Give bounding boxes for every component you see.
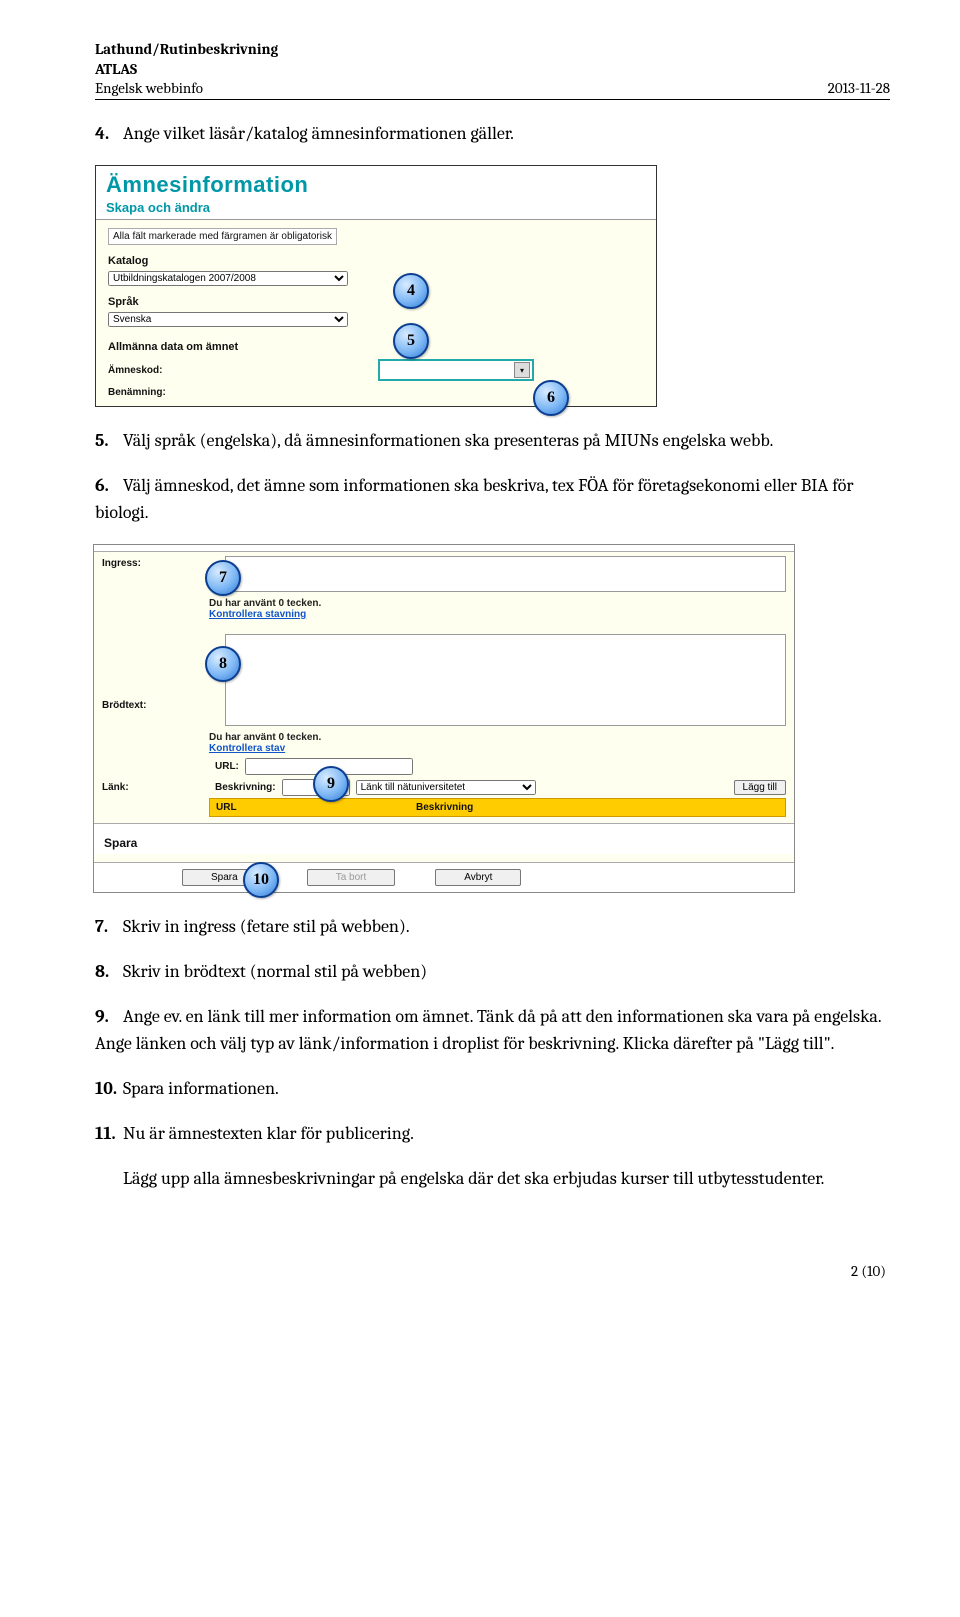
textarea-brodtext[interactable]: [225, 634, 786, 726]
step-4: 4. Ange vilket läsår/katalog ämnesinform…: [95, 120, 890, 147]
step-11: 11. Nu är ämnestexten klar för publiceri…: [95, 1120, 890, 1147]
mandatory-note: Alla fält markerade med färgramen är obl…: [108, 228, 337, 245]
label-lank: Länk:: [102, 782, 209, 793]
marker-4: 4: [393, 273, 429, 309]
label-benamning: Benämning:: [108, 387, 198, 398]
select-sprak[interactable]: Svenska: [108, 312, 348, 327]
header-line-1: Lathund/Rutinbeskrivning: [95, 40, 890, 60]
select-amneskod[interactable]: ▾: [378, 359, 534, 381]
header-date: 2013-11-28: [828, 79, 890, 97]
char-count-brodtext: Du har använt 0 tecken.: [209, 730, 794, 743]
chevron-down-icon: ▾: [514, 362, 530, 378]
step-7: 7. Skriv in ingress (fetare stil på webb…: [95, 913, 890, 940]
header-subject: Engelsk webbinfo: [95, 79, 203, 97]
link-table-header: URL Beskrivning: [209, 798, 786, 817]
screenshot-2: Ingress: Du har använt 0 tecken. Kontrol…: [93, 544, 890, 893]
add-link-button[interactable]: Lägg till: [734, 780, 786, 795]
step-9: 9. Ange ev. en länk till mer information…: [95, 1003, 890, 1057]
delete-button[interactable]: Ta bort: [307, 869, 396, 886]
marker-8: 8: [205, 646, 241, 682]
section-spara: Spara: [94, 823, 794, 854]
marker-10: 10: [243, 862, 279, 898]
marker-5: 5: [393, 323, 429, 359]
label-brodtext: Brödtext:: [94, 630, 225, 730]
spellcheck-link-ingress[interactable]: Kontrollera stavning: [209, 609, 794, 620]
select-lanktyp[interactable]: Länk till nätuniversitetet: [356, 780, 536, 795]
label-url: URL:: [215, 761, 239, 772]
select-katalog[interactable]: Utbildningskatalogen 2007/2008: [108, 271, 348, 286]
char-count-ingress: Du har använt 0 tecken.: [209, 596, 794, 609]
marker-9: 9: [313, 766, 349, 802]
panel-title: Ämnesinformation: [106, 172, 646, 198]
step-5: 5. Välj språk (engelska), då ämnesinform…: [95, 427, 890, 454]
screenshot-1: Ämnesinformation Skapa och ändra Alla fä…: [95, 165, 890, 407]
panel-subtitle: Skapa och ändra: [106, 200, 646, 215]
label-katalog: Katalog: [108, 255, 644, 267]
label-sprak: Språk: [108, 296, 644, 308]
section-allmanna: Allmänna data om ämnet: [108, 341, 644, 353]
label-beskrivning: Beskrivning:: [215, 782, 276, 793]
header-line-2: ATLAS: [95, 60, 890, 80]
spellcheck-link-brodtext[interactable]: Kontrollera stav: [209, 743, 794, 754]
cancel-button[interactable]: Avbryt: [435, 869, 521, 886]
step-11-paragraph: Lägg upp alla ämnesbeskrivningar på enge…: [123, 1165, 890, 1192]
marker-6: 6: [533, 380, 569, 416]
label-amneskod: Ämneskod:: [108, 365, 198, 376]
page-number: 2 (10): [95, 1262, 890, 1280]
marker-7: 7: [205, 560, 241, 596]
step-10: 10. Spara informationen.: [95, 1075, 890, 1102]
textarea-ingress[interactable]: [225, 556, 786, 592]
doc-header: Lathund/Rutinbeskrivning ATLAS Engelsk w…: [95, 40, 890, 100]
step-6: 6. Välj ämneskod, det ämne som informati…: [95, 472, 890, 526]
step-8: 8. Skriv in brödtext (normal stil på web…: [95, 958, 890, 985]
